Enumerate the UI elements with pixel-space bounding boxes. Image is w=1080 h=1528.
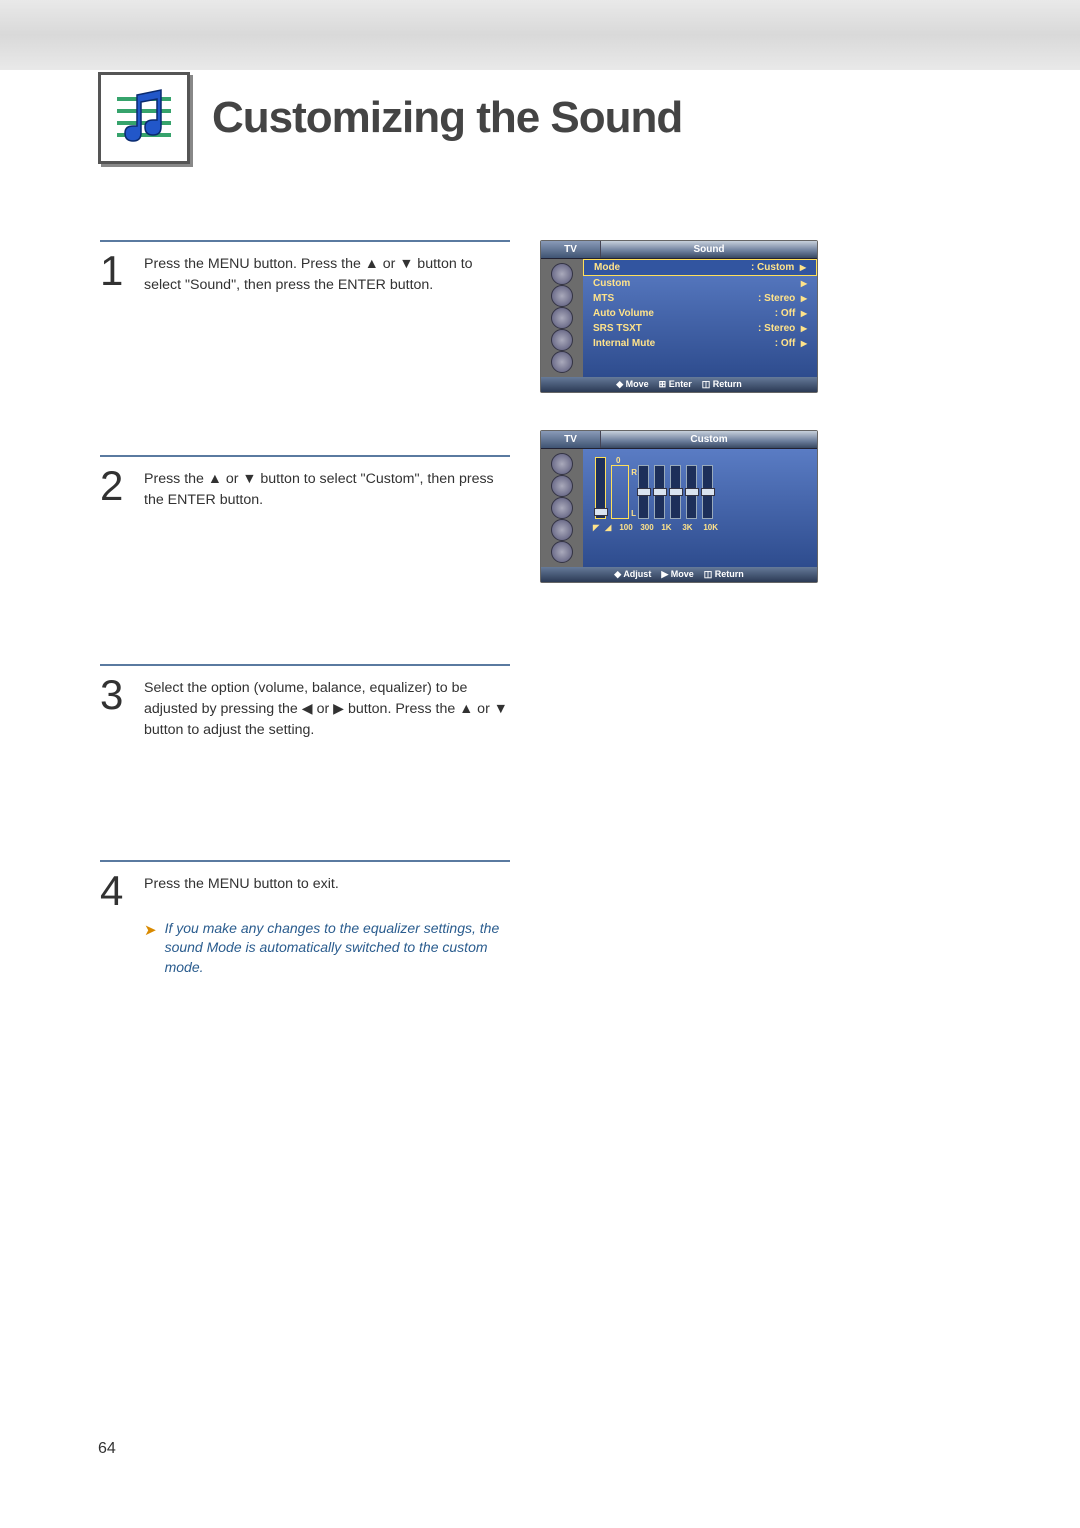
eq-band-label: 300 bbox=[640, 523, 656, 532]
step-text: Press the MENU button to exit. bbox=[144, 870, 510, 895]
chevron-right-icon: ▶ bbox=[801, 309, 807, 318]
osd-row-label: Auto Volume bbox=[593, 308, 654, 319]
eq-band-label: 10K bbox=[703, 523, 719, 532]
nav-right-icon: ◢ bbox=[605, 523, 611, 532]
osd-row-mts[interactable]: MTS : Stereo ▶ bbox=[583, 291, 817, 306]
chevron-right-icon: ▶ bbox=[801, 279, 807, 288]
osd-tab-tv: TV bbox=[541, 431, 601, 448]
osd-row-srstsxt[interactable]: SRS TSXT : Stereo ▶ bbox=[583, 321, 817, 336]
step-4: 4 Press the MENU button to exit. ➤ If yo… bbox=[100, 860, 510, 987]
eq-slider-100[interactable] bbox=[638, 465, 649, 519]
eq-band-label: 1K bbox=[661, 523, 677, 532]
note-text: If you make any changes to the equalizer… bbox=[165, 919, 510, 978]
osd-row-value: : Off bbox=[775, 338, 796, 349]
chevron-right-icon: ▶ bbox=[800, 263, 806, 272]
osd-row-internalmute[interactable]: Internal Mute : Off ▶ bbox=[583, 336, 817, 351]
eq-slider-300[interactable] bbox=[654, 465, 665, 519]
step-1: 1 Press the MENU button. Press the ▲ or … bbox=[100, 240, 510, 335]
osd-cat-icon bbox=[551, 307, 573, 329]
step-text: Press the ▲ or ▼ button to select "Custo… bbox=[144, 465, 510, 510]
hint-return: ◫ Return bbox=[704, 569, 744, 580]
page-number: 64 bbox=[98, 1440, 116, 1458]
page-header: Customizing the Sound bbox=[98, 72, 1080, 164]
step-number: 2 bbox=[100, 465, 130, 510]
osd-cat-icon bbox=[551, 329, 573, 351]
eq-slider-10k[interactable] bbox=[702, 465, 713, 519]
balance-r-label: R bbox=[631, 468, 637, 477]
page-top-band bbox=[0, 0, 1080, 70]
nav-left-icon: ◤ bbox=[593, 523, 599, 532]
osd-footer-hints: ◆ Move ⊞ Enter ◫ Return bbox=[541, 377, 817, 392]
osd-row-value: : Custom bbox=[751, 262, 794, 273]
note-arrow-icon: ➤ bbox=[144, 919, 157, 978]
osd-cat-icon bbox=[551, 519, 573, 541]
osd-title-text: Custom bbox=[601, 431, 817, 448]
hint-adjust: ◆ Adjust bbox=[614, 569, 651, 580]
step-3: 3 Select the option (volume, balance, eq… bbox=[100, 664, 510, 780]
chevron-right-icon: ▶ bbox=[801, 339, 807, 348]
osd-row-custom[interactable]: Custom ▶ bbox=[583, 276, 817, 291]
eq-band-label: 3K bbox=[682, 523, 698, 532]
osd-cat-icon bbox=[551, 497, 573, 519]
hint-return: ◫ Return bbox=[702, 379, 742, 390]
osd-row-label: MTS bbox=[593, 293, 614, 304]
osd-row-label: SRS TSXT bbox=[593, 323, 642, 334]
balance-zero-label: 0 bbox=[616, 456, 620, 465]
osd-custom-equalizer: TV Custom 0 R L bbox=[540, 430, 818, 583]
eq-slider-1k[interactable] bbox=[670, 465, 681, 519]
hint-enter: ⊞ Enter bbox=[659, 379, 692, 390]
step-number: 3 bbox=[100, 674, 130, 740]
chevron-right-icon: ▶ bbox=[801, 294, 807, 303]
osd-footer-hints: ◆ Adjust ▶ Move ◫ Return bbox=[541, 567, 817, 582]
eq-slider-3k[interactable] bbox=[686, 465, 697, 519]
equalizer-area: 0 R L ◤ ◢ 100 300 1K bbox=[583, 449, 817, 567]
osd-titlebar: TV Custom bbox=[541, 431, 817, 449]
osd-titlebar: TV Sound bbox=[541, 241, 817, 259]
eq-band-labels: 100 300 1K 3K 10K bbox=[613, 523, 719, 532]
music-note-icon bbox=[109, 83, 179, 153]
sound-section-icon bbox=[98, 72, 190, 164]
osd-tab-tv: TV bbox=[541, 241, 601, 258]
balance-l-label: L bbox=[631, 509, 636, 518]
eq-nav-arrows: ◤ ◢ bbox=[593, 523, 611, 532]
osd-menu-list: Mode : Custom ▶ Custom ▶ MTS : Stereo ▶ … bbox=[583, 259, 817, 377]
volume-slider[interactable] bbox=[595, 457, 606, 519]
hint-move: ◆ Move bbox=[616, 379, 648, 390]
osd-cat-icon bbox=[551, 453, 573, 475]
osd-title-text: Sound bbox=[601, 241, 817, 258]
osd-cat-icon bbox=[551, 351, 573, 373]
step-2: 2 Press the ▲ or ▼ button to select "Cus… bbox=[100, 455, 510, 550]
osd-row-label: Custom bbox=[593, 278, 630, 289]
osd-row-value: : Off bbox=[775, 308, 796, 319]
step-number: 4 bbox=[100, 870, 130, 977]
osd-row-label: Mode bbox=[594, 262, 620, 273]
chevron-right-icon: ▶ bbox=[801, 324, 807, 333]
step-number: 1 bbox=[100, 250, 130, 295]
eq-band-label: 100 bbox=[619, 523, 635, 532]
osd-row-value: : Stereo bbox=[758, 293, 795, 304]
osd-category-icons bbox=[541, 259, 583, 377]
step-text: Press the MENU button. Press the ▲ or ▼ … bbox=[144, 250, 510, 295]
osd-row-label: Internal Mute bbox=[593, 338, 655, 349]
osd-row-mode[interactable]: Mode : Custom ▶ bbox=[583, 259, 817, 276]
osd-cat-icon bbox=[551, 541, 573, 563]
note: ➤ If you make any changes to the equaliz… bbox=[144, 919, 510, 978]
osd-row-autovolume[interactable]: Auto Volume : Off ▶ bbox=[583, 306, 817, 321]
page-title: Customizing the Sound bbox=[212, 93, 682, 143]
osd-cat-icon bbox=[551, 285, 573, 307]
hint-move: ▶ Move bbox=[661, 569, 693, 580]
balance-slider[interactable]: 0 R L bbox=[611, 465, 629, 519]
step-text: Select the option (volume, balance, equa… bbox=[144, 674, 510, 740]
osd-cat-icon bbox=[551, 475, 573, 497]
osd-category-icons bbox=[541, 449, 583, 567]
osd-row-value: : Stereo bbox=[758, 323, 795, 334]
osd-sound-menu: TV Sound Mode : Custom ▶ Custom ▶ MTS : … bbox=[540, 240, 818, 393]
osd-cat-icon bbox=[551, 263, 573, 285]
